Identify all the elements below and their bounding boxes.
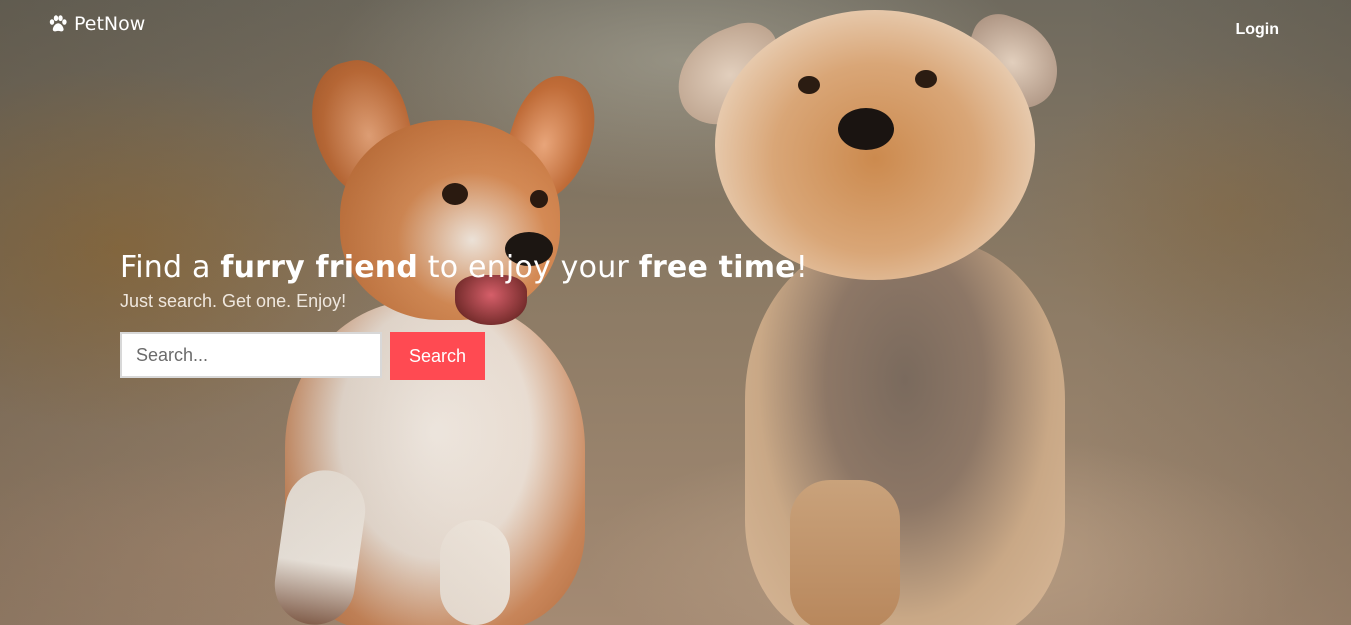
search-button[interactable]: Search <box>390 332 485 380</box>
headline-text: to enjoy your <box>418 250 639 285</box>
headline-text: Find a <box>120 250 221 285</box>
hero-tagline: Just search. Get one. Enjoy! <box>120 291 347 311</box>
headline-emphasis: free time <box>638 250 796 285</box>
headline-text: ! <box>795 250 808 285</box>
hero-headline: Find a furry friend to enjoy your free t… <box>120 246 808 290</box>
hero-section: PetNow Login Find a furry friend to enjo… <box>0 0 1351 625</box>
hero-content: Find a furry friend to enjoy your free t… <box>120 246 808 380</box>
brand-name: PetNow <box>74 13 146 35</box>
navbar: PetNow Login <box>0 0 1351 56</box>
brand-link[interactable]: PetNow <box>48 13 145 35</box>
headline-emphasis: furry friend <box>220 250 419 285</box>
search-form: Search <box>120 332 808 380</box>
search-input[interactable] <box>120 332 382 378</box>
paw-icon <box>48 14 68 34</box>
login-link[interactable]: Login <box>1235 21 1279 39</box>
